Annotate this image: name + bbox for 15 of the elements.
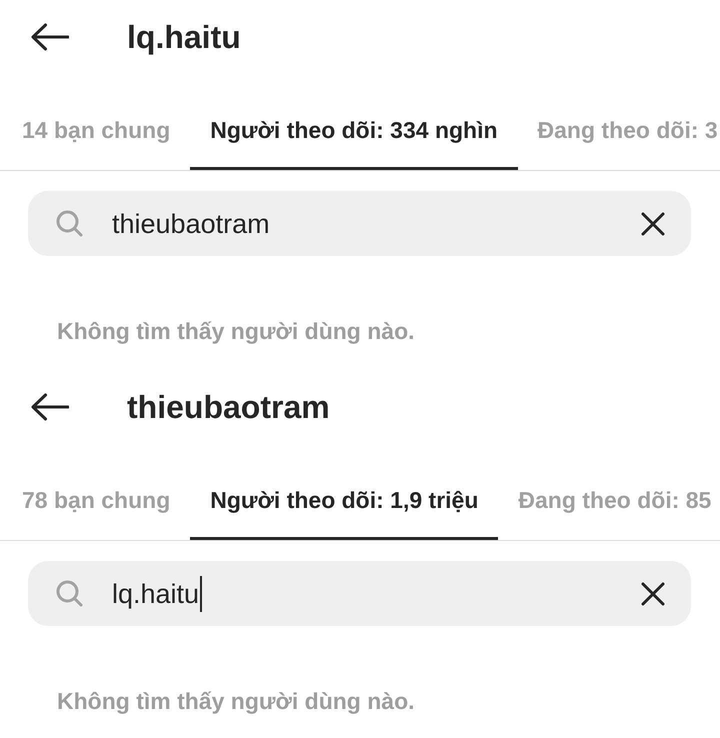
username-title: lq.haitu (127, 18, 241, 57)
username-title: thieubaotram (127, 388, 330, 427)
back-arrow-icon[interactable] (30, 393, 69, 421)
empty-result-message: Không tìm thấy người dùng nào. (57, 317, 416, 346)
back-arrow-icon[interactable] (30, 23, 69, 51)
tab[interactable]: Người theo dõi: 334 nghìn (190, 90, 518, 170)
tab[interactable]: Người theo dõi: 1,9 triệu (190, 460, 498, 540)
search-icon (56, 210, 83, 237)
search-icon (56, 580, 83, 607)
empty-result-message: Không tìm thấy người dùng nào. (57, 687, 416, 716)
text-cursor (200, 576, 202, 612)
close-icon[interactable] (641, 212, 665, 236)
close-icon[interactable] (641, 582, 665, 606)
search-field[interactable]: thieubaotram (28, 191, 691, 256)
search-field[interactable]: lq.haitu (28, 561, 691, 626)
